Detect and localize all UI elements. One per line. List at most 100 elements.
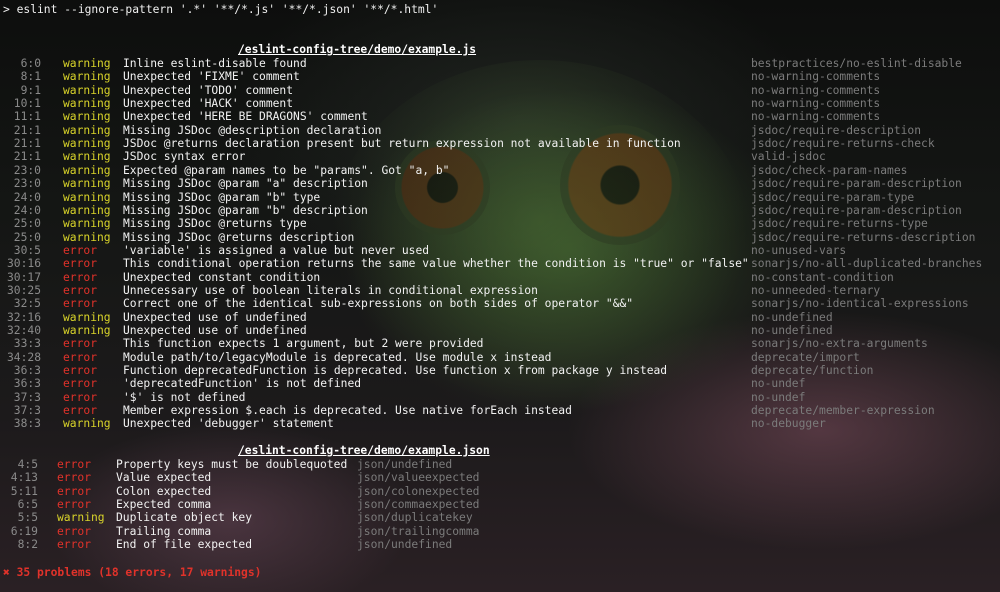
message-text: Inline eslint-disable found — [123, 57, 307, 70]
message-location: 38:3 — [13, 417, 41, 431]
message-text: Missing JSDoc @param "b" type — [123, 190, 321, 204]
message-location: 30:17 — [6, 270, 41, 284]
lint-message-row: 11:1 warning Unexpected 'HERE BE DRAGONS' … — [0, 110, 1000, 123]
message-severity: error — [63, 297, 98, 311]
message-severity: warning — [63, 203, 111, 217]
message-rule: json/undefined — [357, 538, 453, 552]
message-rule: jsdoc/require-param-type — [751, 190, 915, 204]
lint-message-row: 4:5 error Property keys must be doublequot… — [0, 458, 1000, 471]
lint-message-row: 32:5 error Correct one of the identical su… — [0, 297, 1000, 310]
message-location: 37:3 — [13, 404, 41, 418]
lint-message-row: 6:0 warning Inline eslint-disable found bes… — [0, 57, 1000, 70]
message-location: 32:16 — [6, 310, 41, 324]
message-text: This function expects 1 argument, but 2 … — [123, 337, 484, 351]
message-location: 23:0 — [13, 163, 41, 177]
message-rule: json/colonexpected — [357, 484, 480, 498]
lint-message-row: 36:3 error 'deprecatedFunction' is not def… — [0, 377, 1000, 390]
message-text: JSDoc @returns declaration present but r… — [123, 137, 681, 151]
message-rule: bestpractices/no-eslint-disable — [751, 57, 962, 70]
message-location: 10:1 — [13, 97, 41, 111]
message-location: 25:0 — [13, 230, 41, 244]
lint-message-row: 9:1 warning Unexpected 'TODO' comment no-wa… — [0, 84, 1000, 97]
message-severity: error — [63, 390, 98, 404]
message-severity: error — [57, 524, 92, 538]
message-rule: no-undef — [751, 390, 806, 404]
message-severity: error — [63, 257, 98, 271]
message-rule: no-warning-comments — [751, 83, 881, 97]
message-severity: error — [63, 404, 98, 418]
terminal-window: { "command": "> eslint --ignore-pattern … — [0, 0, 1000, 592]
message-text: This conditional operation returns the s… — [123, 257, 749, 271]
message-location: 8:1 — [20, 70, 41, 84]
lint-message-row: 30:25 error Unnecessary use of boolean lit… — [0, 284, 1000, 297]
message-rule: deprecate/member-expression — [751, 404, 935, 418]
file-path-header: /eslint-config-tree/demo/example.json — [238, 444, 490, 457]
message-severity: warning — [63, 190, 111, 204]
lint-message-row: 8:1 warning Unexpected 'FIXME' comment no-w… — [0, 70, 1000, 83]
lint-message-row: 6:19 error Trailing comma json/trailingcomm… — [0, 525, 1000, 538]
message-location: 32:5 — [13, 297, 41, 311]
message-text: 'variable' is assigned a value but never… — [123, 243, 430, 257]
message-text: Trailing comma — [116, 524, 212, 538]
message-rule: jsdoc/check-param-names — [751, 163, 908, 177]
message-severity: warning — [63, 83, 111, 97]
lint-message-row: 36:3 error Function deprecatedFunction is … — [0, 364, 1000, 377]
lint-message-row: 30:16 error This conditional operation ret… — [0, 257, 1000, 270]
message-rule: jsdoc/require-returns-type — [751, 217, 928, 231]
message-location: 8:2 — [17, 538, 38, 552]
message-rule: json/valueexpected — [357, 471, 480, 485]
message-severity: error — [63, 377, 98, 391]
message-location: 9:1 — [20, 83, 41, 97]
message-location: 5:5 — [17, 511, 38, 525]
message-rule: json/duplicatekey — [357, 511, 473, 525]
message-text: End of file expected — [116, 538, 253, 552]
message-text: Unexpected 'debugger' statement — [123, 417, 334, 431]
message-severity: warning — [63, 230, 111, 244]
message-rule: deprecate/import — [751, 350, 860, 364]
message-rule: sonarjs/no-all-duplicated-branches — [751, 257, 983, 271]
message-severity: error — [63, 270, 98, 284]
message-location: 34:28 — [6, 350, 41, 364]
message-rule: sonarjs/no-identical-expressions — [751, 297, 969, 311]
message-severity: error — [63, 243, 98, 257]
message-rule: no-undef — [751, 377, 806, 391]
message-text: Duplicate object key — [116, 511, 253, 525]
lint-message-row: 8:2 error End of file expected json/undefin… — [0, 538, 1000, 551]
message-text: Colon expected — [116, 484, 212, 498]
message-severity: error — [57, 471, 92, 485]
message-text: Function deprecatedFunction is deprecate… — [123, 364, 668, 378]
message-severity: warning — [63, 110, 111, 124]
message-severity: warning — [63, 70, 111, 84]
lint-message-row: 23:0 warning Missing JSDoc @param "a" desc… — [0, 177, 1000, 190]
lint-message-row: 21:1 warning JSDoc @returns declaration pr… — [0, 137, 1000, 150]
message-severity: warning — [63, 57, 111, 70]
message-severity: error — [63, 364, 98, 378]
message-text: Missing JSDoc @returns description — [123, 230, 355, 244]
message-rule: deprecate/function — [751, 364, 874, 378]
lint-message-row: 38:3 warning Unexpected 'debugger' stateme… — [0, 417, 1000, 430]
message-text: Missing JSDoc @description declaration — [123, 123, 382, 137]
message-text: Unexpected use of undefined — [123, 324, 307, 337]
message-rule: no-constant-condition — [751, 270, 894, 284]
message-severity: error — [63, 283, 98, 297]
lint-message-row: 6:5 error Expected comma json/commaexpected — [0, 498, 1000, 511]
message-severity: error — [57, 498, 92, 512]
message-location: 11:1 — [13, 110, 41, 124]
message-rule: jsdoc/require-returns-check — [751, 137, 935, 151]
message-text: Value expected — [116, 471, 212, 485]
message-severity: warning — [63, 150, 111, 164]
message-location: 24:0 — [13, 203, 41, 217]
message-rule: no-warning-comments — [751, 97, 881, 111]
message-location: 30:25 — [6, 283, 41, 297]
lint-message-row: 32:40 warning Unexpected use of undefined n… — [0, 324, 1000, 337]
message-rule: jsdoc/require-param-description — [751, 177, 962, 191]
message-text: Module path/to/legacyModule is deprecate… — [123, 350, 552, 364]
message-location: 32:40 — [6, 324, 41, 337]
message-location: 37:3 — [13, 390, 41, 404]
message-text: '$' is not defined — [123, 390, 246, 404]
message-rule: no-undefined — [751, 324, 833, 337]
message-location: 36:3 — [13, 377, 41, 391]
message-location: 23:0 — [13, 177, 41, 191]
message-text: Unexpected 'HACK' comment — [123, 97, 294, 111]
lint-message-row: 37:3 error '$' is not defined no-undef — [0, 391, 1000, 404]
